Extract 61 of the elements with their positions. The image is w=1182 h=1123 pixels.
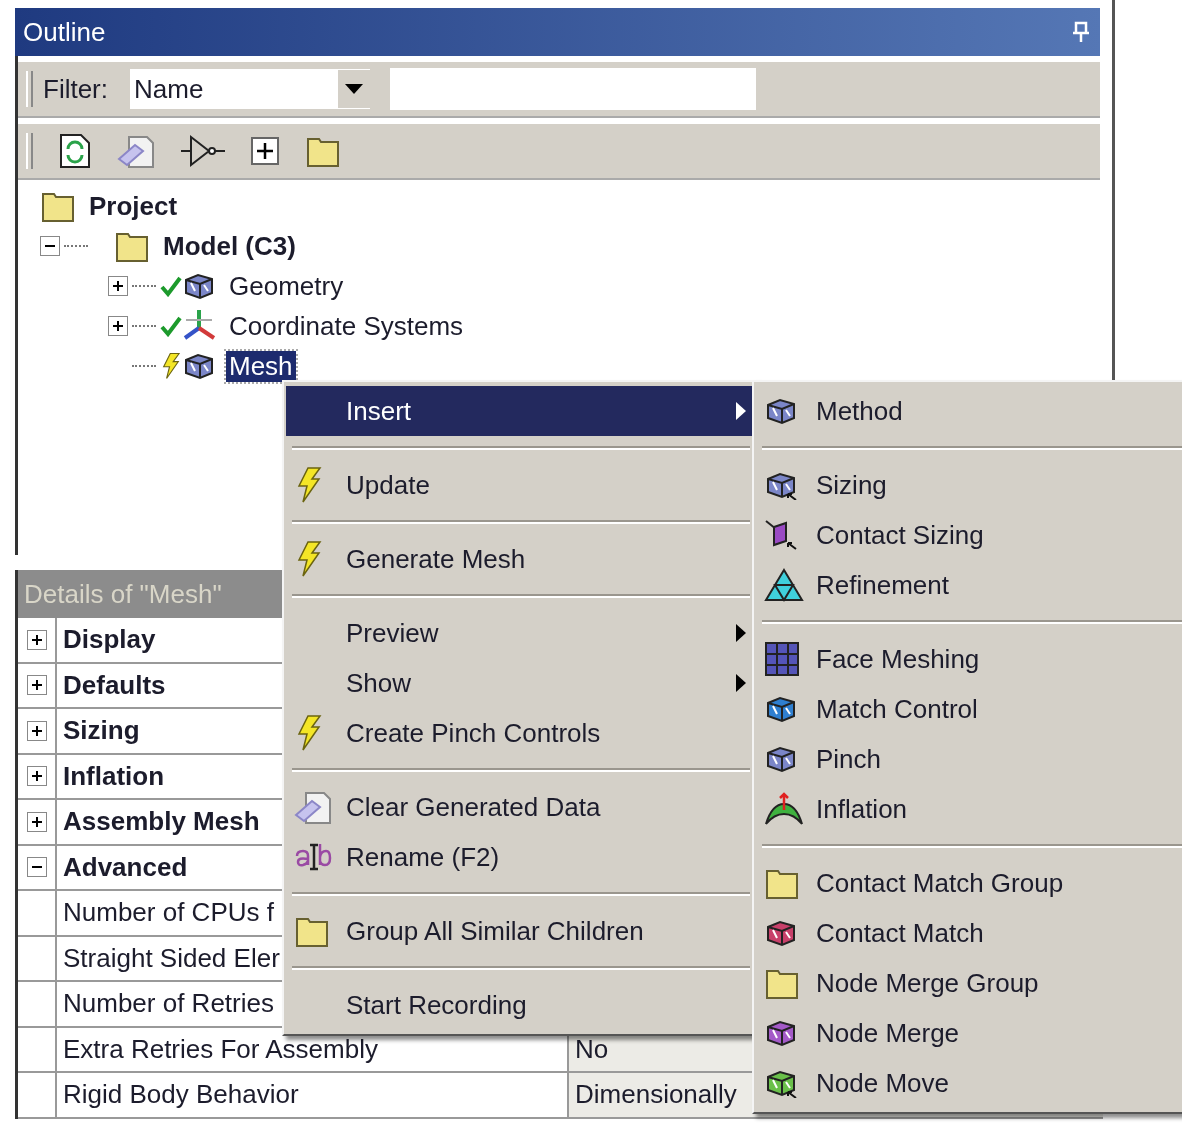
menu-item[interactable]: Contact Match — [756, 908, 1182, 958]
cube-arrow-icon — [764, 470, 798, 500]
expand-icon[interactable] — [108, 276, 128, 296]
cube-icon — [764, 744, 798, 774]
menu-item[interactable]: Inflation — [756, 784, 1182, 834]
panel-title: Details of "Mesh" — [24, 578, 222, 610]
filter-dropdown[interactable]: Name — [130, 69, 370, 109]
collapse-icon[interactable] — [40, 236, 60, 256]
expand-icon[interactable] — [26, 766, 47, 787]
menu-item[interactable]: Refinement — [756, 560, 1182, 610]
cube-icon — [764, 1018, 798, 1048]
refresh-icon[interactable] — [59, 133, 91, 169]
menu-item[interactable]: Generate Mesh — [286, 534, 754, 584]
cube-arrow-icon — [764, 1068, 798, 1098]
tree-item[interactable]: Geometry — [226, 270, 347, 302]
menu-item[interactable]: Method — [756, 386, 1182, 436]
menu-item[interactable]: Node Move — [756, 1058, 1182, 1108]
menu-item[interactable]: Rename (F2) — [286, 832, 754, 882]
panel-title: Outline — [23, 16, 106, 48]
triangle-icon — [764, 568, 804, 602]
menu-item[interactable]: Preview — [286, 608, 754, 658]
menu-item[interactable]: Face Meshing — [756, 634, 1182, 684]
eraser-icon — [117, 133, 155, 169]
filter-label: Filter: — [43, 73, 108, 105]
expand-icon[interactable] — [26, 720, 47, 741]
cubes-icon — [182, 271, 216, 301]
cube-icon — [764, 694, 798, 724]
pin-icon[interactable] — [1072, 21, 1090, 43]
tree-item[interactable]: Mesh — [226, 350, 296, 382]
gate-icon[interactable] — [181, 134, 225, 168]
menu-item[interactable]: Node Merge — [756, 1008, 1182, 1058]
menu-item[interactable]: Clear Generated Data — [286, 782, 754, 832]
cube-icon — [764, 918, 798, 948]
tree-item[interactable]: Coordinate Systems — [226, 310, 467, 342]
menu-item[interactable]: Insert — [286, 386, 754, 436]
menu-item[interactable]: Contact Match Group — [756, 858, 1182, 908]
menu-item[interactable]: Match Control — [756, 684, 1182, 734]
contact-sizing-icon — [764, 519, 798, 551]
collapse-icon[interactable] — [26, 857, 47, 878]
toolbar-grip[interactable] — [26, 71, 33, 107]
mesh-cube-icon — [182, 351, 216, 381]
eraser-icon — [294, 789, 332, 825]
expand-icon[interactable] — [26, 675, 47, 696]
menu-item[interactable]: Show — [286, 658, 754, 708]
menu-item[interactable]: Node Merge Group — [756, 958, 1182, 1008]
tree-item[interactable]: Model (C3) — [160, 230, 299, 262]
expand-icon[interactable] — [26, 629, 47, 650]
dropdown-arrow-icon[interactable] — [345, 84, 363, 94]
expand-icon[interactable] — [108, 316, 128, 336]
tree-item[interactable]: Project — [86, 190, 181, 222]
filter-field[interactable] — [390, 68, 756, 110]
menu-item[interactable]: Pinch — [756, 734, 1182, 784]
expand-all-icon[interactable] — [251, 137, 279, 165]
menu-item[interactable]: Update — [286, 460, 754, 510]
dome-icon — [764, 792, 804, 826]
menu-item[interactable]: Sizing — [756, 460, 1182, 510]
menu-item[interactable]: Contact Sizing — [756, 510, 1182, 560]
cube-icon — [764, 396, 798, 426]
grid-icon — [764, 641, 800, 677]
expand-icon[interactable] — [26, 811, 47, 832]
toolbar-grip[interactable] — [26, 133, 33, 169]
